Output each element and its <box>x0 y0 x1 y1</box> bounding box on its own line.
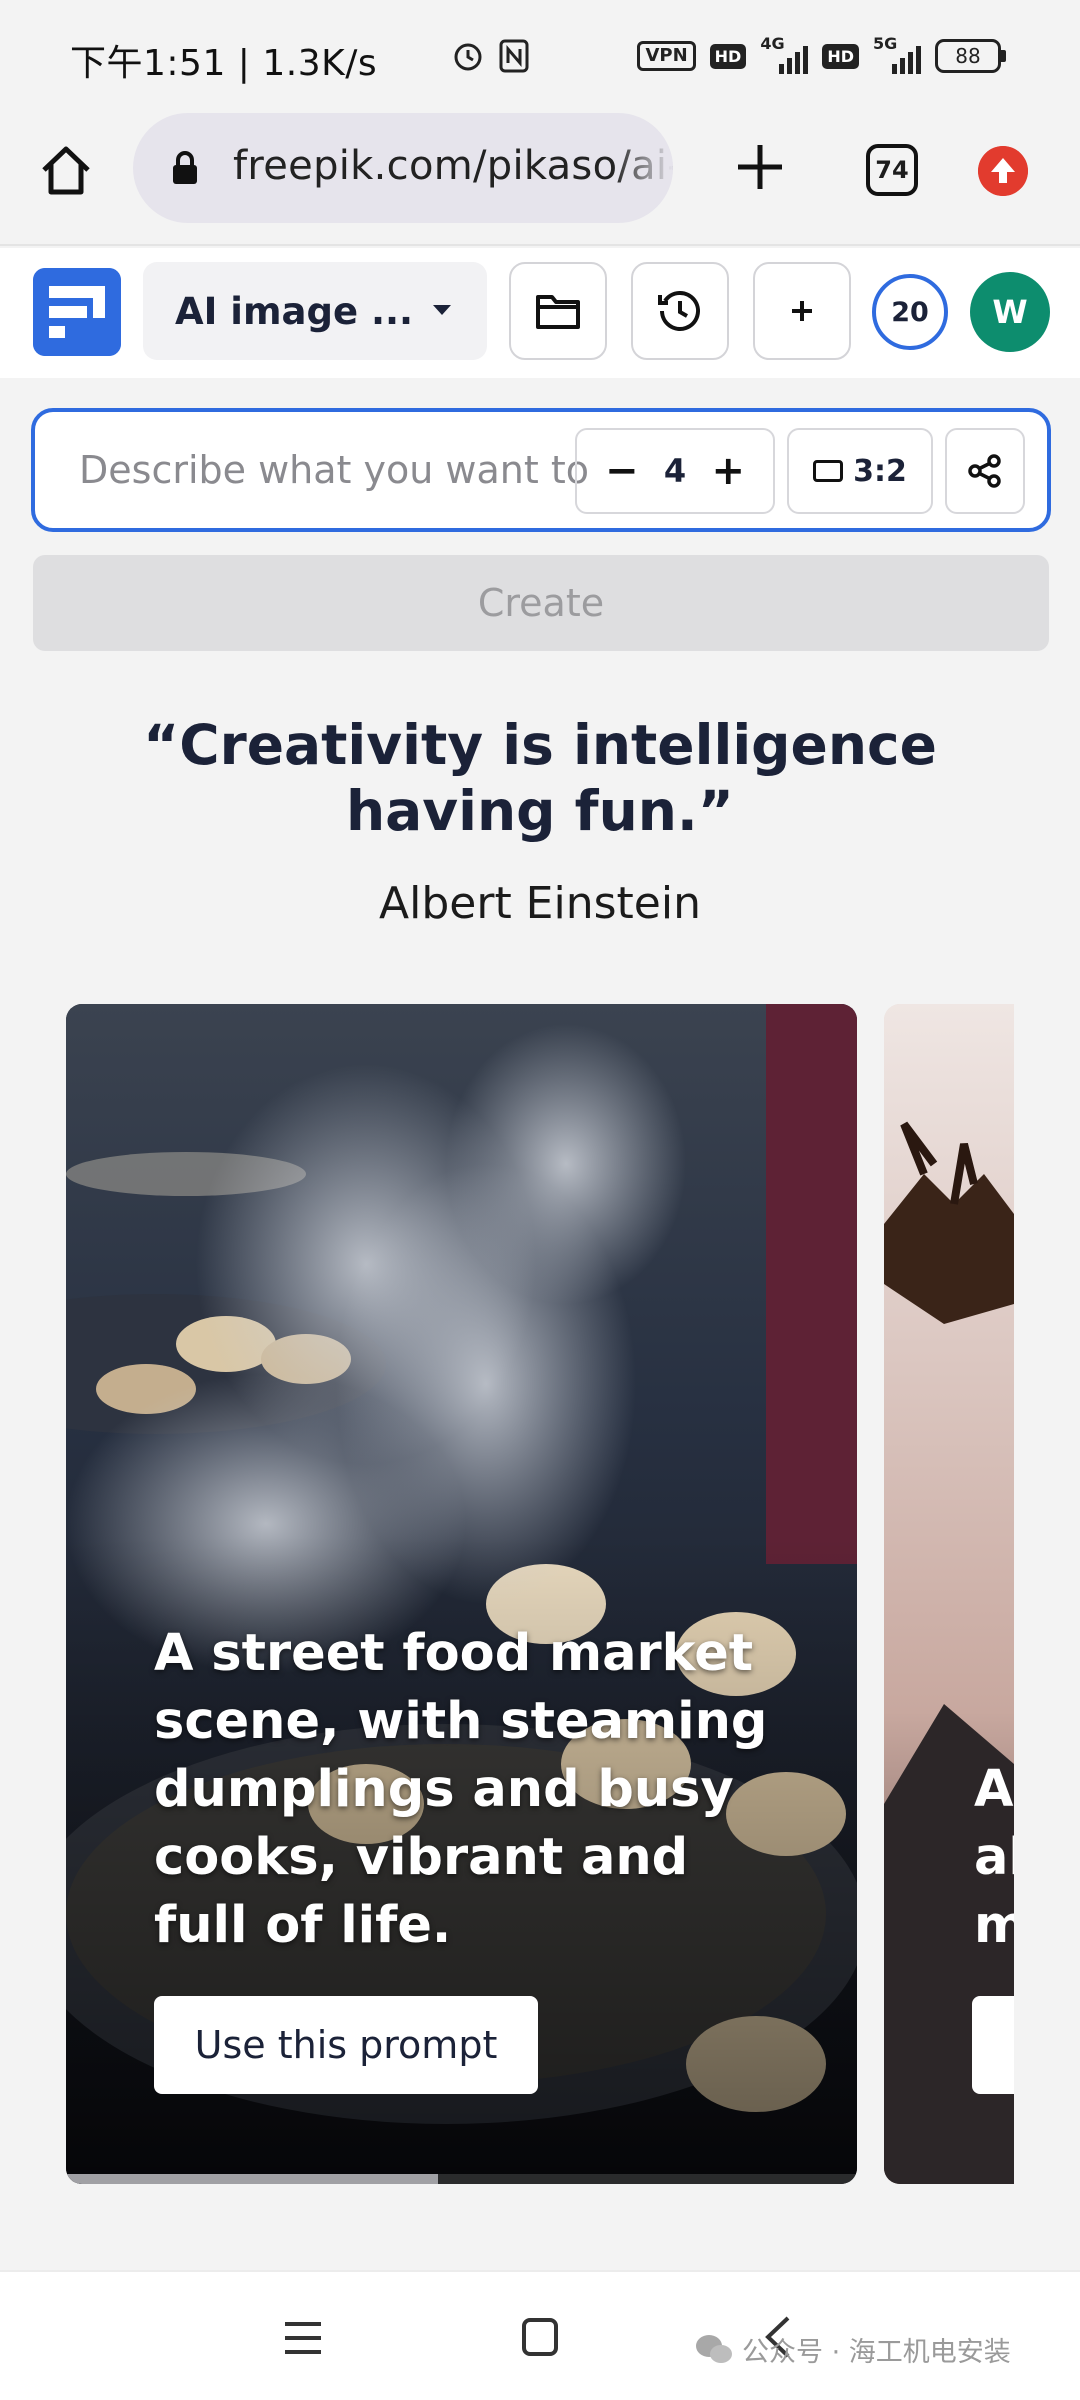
aspect-ratio-button[interactable]: 3:2 <box>787 428 933 514</box>
next-card-button[interactable] <box>972 1996 1014 2094</box>
next-example-card[interactable]: A ab m <box>884 1004 1014 2184</box>
nfc-icon <box>499 39 529 73</box>
credits-badge[interactable]: 20 <box>872 274 948 350</box>
battery-icon: 88 <box>935 39 1006 73</box>
watermark: 公众号 · 海工机电安装 <box>694 2330 1011 2369</box>
new-tab-plus-icon[interactable] <box>730 137 790 197</box>
chevron-down-icon <box>433 305 451 315</box>
quote-author: Albert Einstein <box>379 878 701 929</box>
hd-badge-2: HD <box>822 43 859 69</box>
create-button[interactable]: Create <box>33 555 1049 651</box>
url-text: freepik.com/pikaso/ai-image-generator <box>233 143 673 189</box>
system-nav-bar: 公众号 · 海工机电安装 <box>0 2270 1080 2400</box>
lock-icon <box>173 151 197 184</box>
browser-toolbar: freepik.com/pikaso/ai-image-generator 74 <box>0 110 1080 246</box>
vpn-badge: VPN <box>637 41 696 71</box>
app-header: AI image ... 20 W <box>0 248 1080 378</box>
card-caption: A street food market scene, with steamin… <box>154 1624 768 1955</box>
example-carousel[interactable]: A street food market scene, with steamin… <box>0 1004 1080 2186</box>
home-icon[interactable] <box>36 140 96 200</box>
prompt-input[interactable] <box>79 434 589 506</box>
minus-icon[interactable]: − <box>605 448 639 494</box>
folder-button[interactable] <box>509 262 607 360</box>
mode-label: AI image ... <box>175 289 414 333</box>
card-progress-fill <box>66 2174 438 2184</box>
menu-icon[interactable] <box>283 2320 323 2356</box>
aspect-ratio-label: 3:2 <box>853 453 907 489</box>
hd-badge-1: HD <box>709 43 747 69</box>
share-button[interactable] <box>945 428 1025 514</box>
update-arrow-icon[interactable] <box>978 146 1028 196</box>
mode-dropdown[interactable]: AI image ... <box>143 262 487 360</box>
next-card-caption: A ab m <box>974 1760 1014 1955</box>
quote-text: “Creativity is intelligence having fun.” <box>143 713 937 843</box>
status-bar: 下午1:51 | 1.3K/s VPN HD 4G HD 5G 88 <box>0 0 1080 110</box>
image-count-value: 4 <box>663 452 687 490</box>
avatar[interactable]: W <box>970 272 1050 352</box>
status-icons: VPN HD 4G HD 5G 88 <box>451 34 1006 74</box>
freepik-logo[interactable] <box>33 268 121 356</box>
signal-5g-icon: 5G <box>873 34 921 74</box>
tab-count: 74 <box>875 156 909 184</box>
watermark-text: 公众号 · 海工机电安装 <box>742 2337 1011 2368</box>
status-time: 下午1:51 | 1.3K/s <box>70 43 378 84</box>
alarm-icon <box>454 43 482 71</box>
signal-4g-icon: 4G <box>760 34 809 74</box>
plus-icon[interactable]: + <box>711 448 745 494</box>
battery-level: 88 <box>935 39 1001 73</box>
wechat-icon <box>696 2334 732 2363</box>
tab-switcher-button[interactable]: 74 <box>866 144 918 196</box>
use-prompt-button[interactable]: Use this prompt <box>154 1996 538 2094</box>
aspect-ratio-icon <box>813 460 844 482</box>
history-icon <box>658 290 700 331</box>
share-icon <box>968 454 1001 488</box>
plus-icon <box>792 301 812 321</box>
history-button[interactable] <box>631 262 729 360</box>
image-count-stepper: − 4 + <box>575 428 775 514</box>
folder-icon <box>536 295 580 329</box>
new-button[interactable] <box>753 262 851 360</box>
example-card[interactable]: A street food market scene, with steamin… <box>66 1004 857 2184</box>
card-progress-track <box>66 2174 857 2184</box>
address-bar[interactable]: freepik.com/pikaso/ai-image-generator <box>133 113 673 223</box>
nav-home-icon[interactable] <box>522 2318 558 2356</box>
prompt-box: − 4 + 3:2 <box>31 408 1051 532</box>
